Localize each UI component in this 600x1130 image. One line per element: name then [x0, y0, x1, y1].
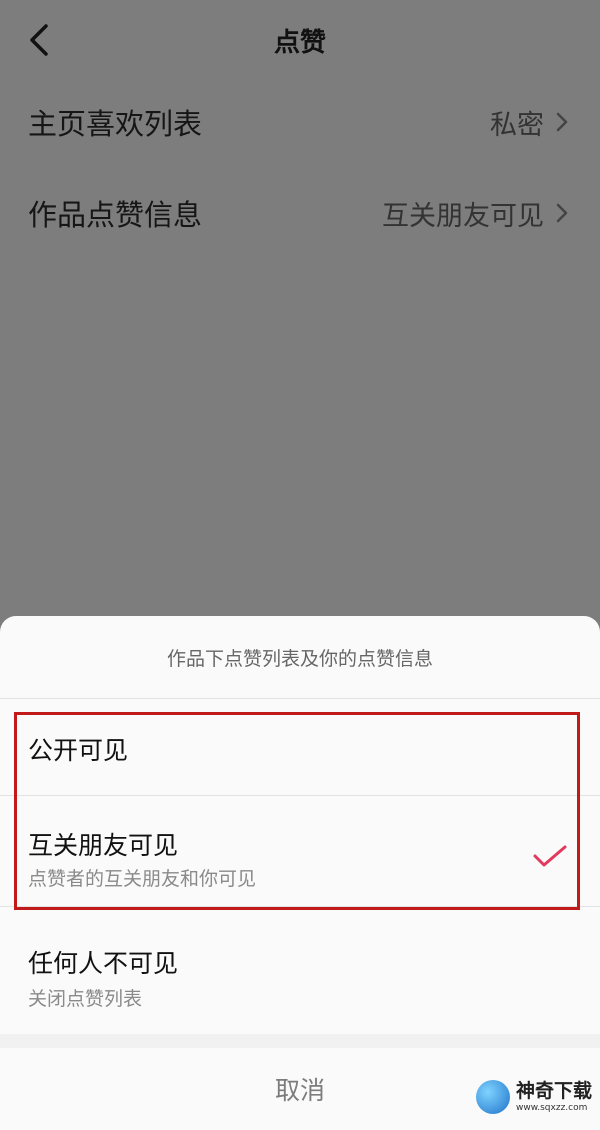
- checkmark-icon: [533, 845, 567, 867]
- bottom-sheet: 作品下点赞列表及你的点赞信息 公开可见 互关朋友可见 点赞者的互关朋友和你可见 …: [0, 616, 600, 1130]
- setting-label: 主页喜欢列表: [28, 107, 203, 141]
- watermark-url: www.sqxzz.com: [516, 1102, 588, 1113]
- watermark-logo-icon: [476, 1080, 510, 1114]
- setting-label: 作品点赞信息: [28, 198, 203, 232]
- option-label: 任何人不可见: [28, 949, 179, 978]
- option-mutual-friends[interactable]: 互关朋友可见 点赞者的互关朋友和你可见: [0, 796, 600, 906]
- watermark: 神奇下载 www.sqxzz.com: [476, 1080, 592, 1114]
- option-label: 互关朋友可见: [28, 831, 179, 860]
- option-public[interactable]: 公开可见: [0, 699, 600, 795]
- sheet-gap: [0, 1034, 600, 1048]
- option-nobody[interactable]: 任何人不可见 关闭点赞列表: [0, 907, 600, 1034]
- option-description: 关闭点赞列表: [28, 988, 143, 1010]
- setting-value: 私密: [490, 109, 544, 141]
- setting-row-work-likes[interactable]: 作品点赞信息 互关朋友可见: [28, 183, 572, 243]
- setting-value: 互关朋友可见: [382, 200, 544, 232]
- option-label: 公开可见: [28, 736, 129, 765]
- watermark-name: 神奇下载: [516, 1079, 593, 1102]
- chevron-right-icon: [556, 112, 568, 132]
- setting-value-group: 私密: [490, 103, 572, 142]
- option-description: 点赞者的互关朋友和你可见: [28, 868, 257, 890]
- page-title: 点赞: [273, 28, 326, 58]
- watermark-text: 神奇下载 www.sqxzz.com: [516, 1079, 593, 1113]
- sheet-title: 作品下点赞列表及你的点赞信息: [0, 616, 600, 699]
- setting-value-group: 互关朋友可见: [382, 194, 572, 233]
- setting-row-homepage-likes[interactable]: 主页喜欢列表 私密: [28, 92, 572, 152]
- chevron-right-icon: [556, 203, 568, 223]
